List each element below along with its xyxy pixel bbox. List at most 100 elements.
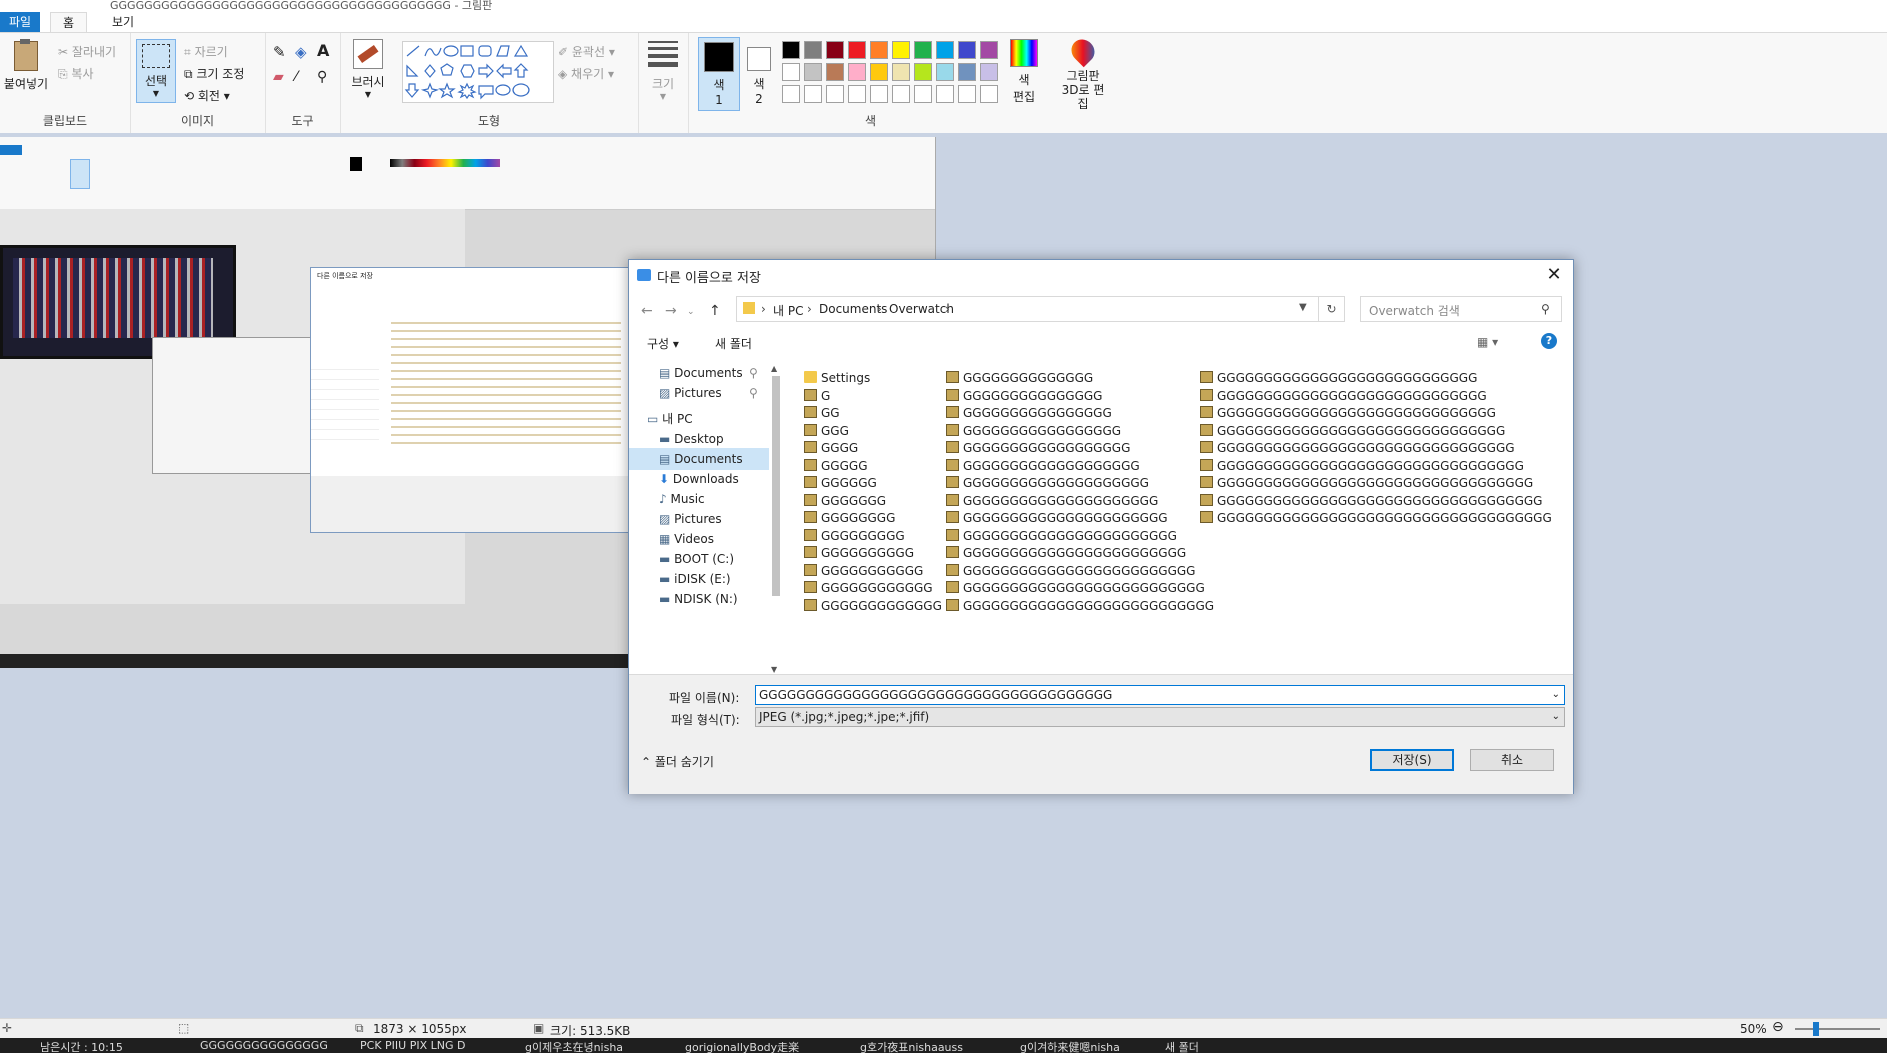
address-dropdown-icon[interactable]: ▼: [1299, 302, 1307, 313]
copy-button[interactable]: ⎘ 복사: [58, 65, 94, 82]
rotate-button[interactable]: ⟲ 회전 ▾: [184, 87, 230, 104]
taskbar-item[interactable]: 남은시간 : 10:15: [40, 1039, 123, 1053]
refresh-button[interactable]: ↻: [1319, 296, 1345, 322]
file-item[interactable]: GGGGGGGGGGGGGGGGGG: [946, 440, 1130, 457]
palette-swatch[interactable]: [936, 41, 954, 59]
help-icon[interactable]: ?: [1541, 333, 1557, 349]
file-item[interactable]: GGGGGGGGGGGGGGGGGGGGGGGGGGGGGGGG: [1200, 440, 1515, 457]
file-item[interactable]: GGGGGGGGGGG: [804, 563, 923, 580]
nav-item[interactable]: ♪ Music: [629, 488, 769, 510]
file-item[interactable]: GGGGGGGGGGGGGGGGGGGGGGGGGGGGGGGGG: [1200, 458, 1524, 475]
taskbar-item[interactable]: g이제우초在녕nisha: [525, 1039, 623, 1053]
taskbar-item[interactable]: g호가夜표nishaauss: [860, 1039, 963, 1053]
breadcrumb-pc[interactable]: 내 PC: [773, 302, 803, 319]
magnifier-icon[interactable]: ⚲: [317, 69, 327, 85]
custom-color-slot[interactable]: [870, 85, 888, 103]
text-icon[interactable]: A: [317, 41, 329, 60]
zoom-slider[interactable]: [1795, 1028, 1880, 1030]
resize-button[interactable]: ⧉ 크기 조정: [184, 65, 244, 82]
color1-button[interactable]: 색 1: [698, 37, 740, 111]
select-button[interactable]: 선택 ▼: [136, 39, 176, 103]
custom-color-slot[interactable]: [826, 85, 844, 103]
custom-color-slot[interactable]: [804, 85, 822, 103]
palette-swatch[interactable]: [892, 41, 910, 59]
palette-swatch[interactable]: [870, 63, 888, 81]
custom-color-slot[interactable]: [782, 85, 800, 103]
palette-swatch[interactable]: [870, 41, 888, 59]
nav-item[interactable]: ▤ Documents ⚲: [629, 362, 769, 384]
pencil-icon[interactable]: ✎: [273, 43, 286, 61]
nav-scrollbar[interactable]: ▲ ▼: [769, 364, 783, 674]
edit-colors-button[interactable]: 색 편집: [1004, 39, 1044, 105]
taskbar-item[interactable]: 새 폴더: [1165, 1039, 1199, 1053]
file-item[interactable]: GGGGGGGGGGGGGGGGGGGGGGGGGGGGG: [1200, 388, 1487, 405]
file-item[interactable]: GGGGGGGGGGGGGGGGG: [946, 423, 1121, 440]
fill-button[interactable]: ◈ 채우기 ▾: [558, 65, 614, 82]
custom-color-slot[interactable]: [980, 85, 998, 103]
cut-button[interactable]: ✂ 잘라내기: [58, 43, 116, 60]
chevron-down-icon[interactable]: ⌄: [1552, 708, 1560, 726]
crop-button[interactable]: ⌗ 자르기: [184, 43, 228, 60]
file-item[interactable]: GGGGGGGGGGGG: [804, 580, 933, 597]
file-item[interactable]: GGGGGGGGGGGGGGGGGGGGGGGG: [946, 545, 1186, 562]
nav-item[interactable]: ▬ Desktop: [629, 428, 769, 450]
palette-swatch[interactable]: [848, 63, 866, 81]
file-item[interactable]: GGG: [804, 423, 849, 440]
file-item[interactable]: Settings: [804, 370, 870, 387]
new-folder-button[interactable]: 새 폴더: [715, 335, 752, 352]
nav-item[interactable]: ▬ BOOT (C:): [629, 548, 769, 570]
palette-swatch[interactable]: [782, 63, 800, 81]
file-item[interactable]: GGGGGGGGGGGGGGGGGGGGGGG: [946, 528, 1177, 545]
palette-swatch[interactable]: [980, 63, 998, 81]
nav-item[interactable]: ▬ iDISK (E:): [629, 568, 769, 590]
file-item[interactable]: GGGGGGGGGGGGGGGGGGGGGGGGGGGGGGGGGG: [1200, 475, 1533, 492]
file-item[interactable]: GGGGGGGGGGGGGGGGGGGGGGGGGGGGGGG: [1200, 423, 1505, 440]
zoom-slider-thumb[interactable]: [1813, 1022, 1819, 1036]
file-item[interactable]: GGGGGGGGGGGGGGGGGGG: [946, 458, 1140, 475]
forward-arrow-icon[interactable]: →: [665, 303, 677, 319]
close-button[interactable]: ✕: [1543, 264, 1565, 286]
scroll-thumb[interactable]: [772, 376, 780, 596]
palette-swatch[interactable]: [848, 41, 866, 59]
eraser-icon[interactable]: ▰: [273, 69, 284, 85]
file-item[interactable]: GGGG: [804, 440, 858, 457]
palette-swatch[interactable]: [826, 63, 844, 81]
file-item[interactable]: G: [804, 388, 830, 405]
file-item[interactable]: GGGGGGGGGGGGGGGGGGGGGGGGGGGGGG: [1200, 405, 1496, 422]
palette-swatch[interactable]: [804, 41, 822, 59]
save-button[interactable]: 저장(S): [1370, 749, 1454, 771]
palette-swatch[interactable]: [958, 63, 976, 81]
chevron-down-icon[interactable]: ⌄: [1552, 686, 1560, 704]
palette-swatch[interactable]: [914, 63, 932, 81]
back-arrow-icon[interactable]: ←: [641, 303, 653, 319]
taskbar-item[interactable]: GGGGGGGGGGGGGGG: [200, 1039, 328, 1052]
taskbar-item[interactable]: g이겨하来健嗯nisha: [1020, 1039, 1120, 1053]
file-item[interactable]: GG: [804, 405, 840, 422]
organize-button[interactable]: 구성 ▾: [647, 335, 679, 352]
color-picker-icon[interactable]: ⁄: [295, 69, 297, 85]
palette-swatch[interactable]: [826, 41, 844, 59]
recent-chevron-icon[interactable]: ⌄: [687, 307, 695, 317]
paste-button[interactable]: 붙여넣기: [2, 39, 50, 92]
nav-item[interactable]: ⬇ Downloads: [629, 468, 769, 490]
file-item[interactable]: GGGGGGGGGGGGGGGGGGGGGGGGGGG: [946, 598, 1214, 615]
file-item[interactable]: GGGGGGGGG: [804, 528, 905, 545]
search-input[interactable]: Overwatch 검색 ⚲: [1360, 296, 1562, 322]
outline-button[interactable]: ✐ 윤곽선 ▾: [558, 43, 615, 60]
fill-bucket-icon[interactable]: ◈: [295, 43, 307, 61]
custom-color-slot[interactable]: [936, 85, 954, 103]
tab-file[interactable]: 파일: [0, 12, 40, 32]
tab-view[interactable]: 보기: [100, 12, 146, 32]
file-item[interactable]: GGGGGGGGGGGGGGGGGGGGGG: [946, 510, 1168, 527]
view-options-button[interactable]: ▦ ▾: [1477, 335, 1498, 349]
filetype-select[interactable]: JPEG (*.jpg;*.jpeg;*.jpe;*.jfif) ⌄: [755, 707, 1565, 727]
file-item[interactable]: GGGGGGGGGGGGGG: [946, 370, 1093, 387]
nav-item[interactable]: ▭ 내 PC: [629, 408, 769, 430]
custom-color-slot[interactable]: [914, 85, 932, 103]
palette-swatch[interactable]: [914, 41, 932, 59]
file-item[interactable]: GGGGGGG: [804, 493, 886, 510]
file-item[interactable]: GGGGGGGGGGGGG: [804, 598, 942, 615]
nav-item[interactable]: ▬ NDISK (N:): [629, 588, 769, 610]
shapes-gallery[interactable]: [402, 41, 554, 103]
file-item[interactable]: GGGGGGGGGGGGGGGGGGGGGGGGGGGGGGGGGGGG: [1200, 510, 1552, 527]
